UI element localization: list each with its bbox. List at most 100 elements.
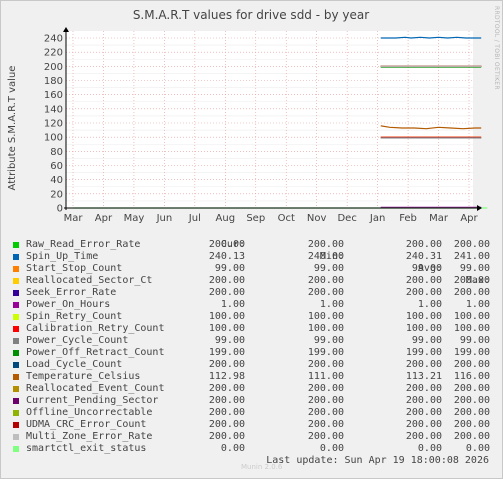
legend-row: Spin_Up_Time 240.13 240.00 240.31 241.00 xyxy=(12,251,490,263)
legend-cur: 200.00 xyxy=(208,395,245,406)
legend-name: Multi_Zone_Error_Rate xyxy=(26,431,153,442)
legend: Cur: Min: Avg: Max: Raw_Read_Error_Rate 2… xyxy=(12,227,490,455)
legend-max: 200.00 xyxy=(453,395,490,406)
last-update: Last update: Sun Apr 19 18:00:08 2026 xyxy=(266,455,489,466)
legend-row: Power_Off_Retract_Count 199.00 199.00 199.0… xyxy=(12,347,490,359)
legend-name: Spin_Retry_Count xyxy=(26,311,123,322)
legend-cur: 100.00 xyxy=(208,323,245,334)
legend-row: Offline_Uncorrectable 200.00 200.00 200.00 2… xyxy=(12,407,490,419)
legend-max: 200.00 xyxy=(453,287,490,298)
legend-row: Power_On_Hours 1.00 1.00 1.00 1.00 xyxy=(12,299,490,311)
legend-swatch xyxy=(13,302,19,308)
legend-min: 200.00 xyxy=(307,287,344,298)
legend-max: 116.00 xyxy=(453,371,490,382)
legend-row: UDMA_CRC_Error_Count 200.00 200.00 200.00 20… xyxy=(12,419,490,431)
legend-cur: 199.00 xyxy=(208,347,245,358)
legend-min: 0.00 xyxy=(319,443,344,454)
legend-cur: 99.00 xyxy=(214,335,245,346)
legend-min: 100.00 xyxy=(307,323,344,334)
legend-cur: 200.00 xyxy=(208,275,245,286)
legend-min: 200.00 xyxy=(307,407,344,418)
legend-swatch xyxy=(13,338,19,344)
legend-name: Temperature_Celsius xyxy=(26,371,141,382)
legend-row: Raw_Read_Error_Rate 200.00 200.00 200.00 200… xyxy=(12,239,490,251)
x-tick-label: May xyxy=(124,213,145,224)
legend-max: 99.00 xyxy=(459,263,490,274)
legend-name: UDMA_CRC_Error_Count xyxy=(26,419,147,430)
legend-swatch xyxy=(13,374,19,380)
legend-swatch xyxy=(13,254,19,260)
legend-swatch xyxy=(13,350,19,356)
x-tick-label: Apr xyxy=(95,213,113,224)
x-tick-label: Mar xyxy=(64,213,84,224)
legend-row: Reallocated_Sector_Ct 200.00 200.00 200.00 2… xyxy=(12,275,490,287)
legend-max: 241.00 xyxy=(453,251,490,262)
legend-name: Offline_Uncorrectable xyxy=(26,407,153,418)
legend-cur: 0.00 xyxy=(220,443,245,454)
legend-max: 200.00 xyxy=(453,359,490,370)
legend-min: 111.00 xyxy=(307,371,344,382)
y-tick-label: 40 xyxy=(50,175,63,186)
legend-min: 1.00 xyxy=(319,299,344,310)
legend-max: 200.00 xyxy=(453,383,490,394)
legend-min: 100.00 xyxy=(307,311,344,322)
legend-min: 99.00 xyxy=(313,335,344,346)
y-tick-label: 80 xyxy=(50,147,63,158)
legend-swatch xyxy=(13,386,19,392)
legend-min: 200.00 xyxy=(307,383,344,394)
legend-swatch xyxy=(13,278,19,284)
y-tick-label: 160 xyxy=(44,90,63,101)
x-tick-labels: Mar Apr May Jun Jul Aug Sep Oct Nov Dec Jan Feb Mar A… xyxy=(64,213,479,224)
legend-name: Power_On_Hours xyxy=(26,299,111,310)
legend-cur: 200.00 xyxy=(208,407,245,418)
legend-max: 200.00 xyxy=(453,431,490,442)
legend-swatch xyxy=(13,314,19,320)
y-tick-label: 140 xyxy=(44,104,63,115)
legend-row: Multi_Zone_Error_Rate 200.00 200.00 200.00 2… xyxy=(12,431,490,443)
legend-swatch xyxy=(13,242,19,248)
y-tick-label: 180 xyxy=(44,76,63,87)
legend-row: Reallocated_Event_Count 200.00 200.00 200.0… xyxy=(12,383,490,395)
legend-cur: 99.00 xyxy=(214,263,245,274)
legend-name: Raw_Read_Error_Rate xyxy=(26,239,141,250)
legend-cur: 200.00 xyxy=(208,383,245,394)
legend-swatch xyxy=(13,410,19,416)
legend-swatch xyxy=(13,434,19,440)
legend-row: Temperature_Celsius 112.98 111.00 113.21 116… xyxy=(12,371,490,383)
legend-max: 200.00 xyxy=(453,275,490,286)
legend-cur: 240.13 xyxy=(208,251,245,262)
legend-row: Current_Pending_Sector 200.00 200.00 200.00… xyxy=(12,395,490,407)
legend-name: Spin_Up_Time xyxy=(26,251,99,262)
legend-name: Load_Cycle_Count xyxy=(26,359,123,370)
legend-max: 100.00 xyxy=(453,311,490,322)
x-tick-label: Feb xyxy=(399,213,417,224)
legend-max: 200.00 xyxy=(453,239,490,250)
legend-max: 199.00 xyxy=(453,347,490,358)
legend-cur: 112.98 xyxy=(208,371,245,382)
legend-cur: 1.00 xyxy=(220,299,245,310)
legend-swatch xyxy=(13,422,19,428)
legend-row: Power_Cycle_Count 99.00 99.00 99.00 99.00 xyxy=(12,335,490,347)
legend-name: Power_Off_Retract_Count xyxy=(26,347,165,358)
legend-swatch xyxy=(13,362,19,368)
x-tick-label: Aug xyxy=(216,213,236,224)
y-tick-label: 0 xyxy=(57,204,63,215)
chart-title: S.M.A.R.T values for drive sdd - by year xyxy=(133,8,369,22)
x-tick-label: Jan xyxy=(369,213,385,224)
legend-min: 240.00 xyxy=(307,251,344,262)
legend-swatch xyxy=(13,266,19,272)
legend-swatch xyxy=(13,446,19,452)
legend-row: Seek_Error_Rate 200.00 200.00 200.00 200.00 xyxy=(12,287,490,299)
legend-swatch xyxy=(13,326,19,332)
y-tick-label: 120 xyxy=(44,119,63,130)
legend-swatch xyxy=(13,398,19,404)
legend-name: smartctl_exit_status xyxy=(26,443,147,454)
y-tick-label: 240 xyxy=(44,34,63,45)
legend-min: 200.00 xyxy=(307,395,344,406)
legend-name: Seek_Error_Rate xyxy=(26,287,117,298)
legend-min: 200.00 xyxy=(307,419,344,430)
x-tick-label: Jun xyxy=(156,213,173,224)
y-tick-label: 60 xyxy=(50,161,63,172)
x-tick-label: Sep xyxy=(246,213,265,224)
legend-name: Reallocated_Sector_Ct xyxy=(26,275,153,286)
